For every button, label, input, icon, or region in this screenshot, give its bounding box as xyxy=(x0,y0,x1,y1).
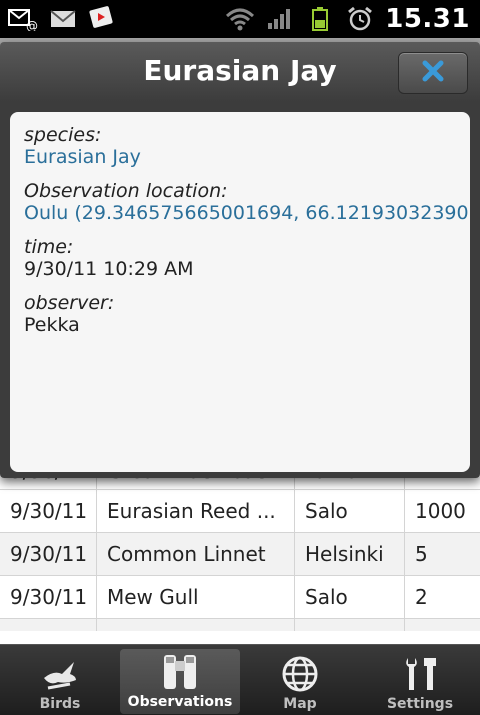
tab-observations[interactable]: Observations xyxy=(120,649,240,714)
observations-table: 9/30/11 Great Black-bac... Turku 2 9/30/… xyxy=(0,458,480,631)
observation-detail-dialog: Eurasian Jay species: Eurasian Jay Obser… xyxy=(0,42,480,478)
table-cell-date: 9/30/11 xyxy=(0,490,97,532)
location-label: Observation location: xyxy=(24,180,228,202)
table-row[interactable]: 9/30/11 Common Linnet Helsinki 5 xyxy=(0,533,480,576)
table-cell-count: 1000 xyxy=(415,499,466,523)
table-cell-empty xyxy=(97,619,295,631)
tab-label: Observations xyxy=(127,694,233,710)
globe-icon xyxy=(278,654,322,694)
wifi-icon xyxy=(225,6,255,32)
table-cell-location: Salo xyxy=(295,576,405,618)
location-value-link[interactable]: Oulu (29.346575665001694, 66.12193032390… xyxy=(24,202,470,224)
tab-label: Birds xyxy=(39,696,81,712)
table-cell-location: Salo xyxy=(295,490,405,532)
species-value-link[interactable]: Eurasian Jay xyxy=(24,146,456,168)
tab-settings[interactable]: Settings xyxy=(360,645,480,715)
clock-time: 15.31 xyxy=(385,4,470,34)
binoculars-icon xyxy=(158,652,202,692)
gmail-icon: @ xyxy=(8,6,38,32)
tools-icon xyxy=(398,654,442,694)
tab-label: Map xyxy=(283,696,317,712)
bottom-tab-bar: Birds Observations Map Settings xyxy=(0,644,480,715)
table-cell-location: Helsinki xyxy=(295,533,405,575)
table-cell-empty xyxy=(405,619,480,631)
table-row[interactable]: 9/30/11 Mew Gull Salo 2 xyxy=(0,576,480,619)
dialog-body: species: Eurasian Jay Observation locati… xyxy=(10,112,470,472)
table-cell-empty xyxy=(295,619,405,631)
table-row[interactable]: 9/30/11 Eurasian Reed ... Salo 1000 xyxy=(0,490,480,533)
observer-value: Pekka xyxy=(24,314,80,336)
tab-label: Settings xyxy=(386,696,454,712)
alarm-icon xyxy=(345,6,375,32)
table-cell-date: 9/30/11 xyxy=(0,533,97,575)
status-bar: @ 15.31 xyxy=(0,0,480,38)
media-icon xyxy=(88,6,118,32)
table-cell-species: Common Linnet xyxy=(97,533,295,575)
table-cell-empty xyxy=(0,619,97,631)
bird-icon xyxy=(38,654,82,694)
close-button[interactable] xyxy=(398,52,468,94)
time-value: 9/30/11 10:29 AM xyxy=(24,258,194,280)
table-cell-count: 2 xyxy=(415,585,428,609)
table-cell-species: Mew Gull xyxy=(97,576,295,618)
table-cell-species: Eurasian Reed ... xyxy=(97,490,295,532)
tab-map[interactable]: Map xyxy=(240,645,360,715)
table-row xyxy=(0,619,480,631)
battery-icon xyxy=(305,6,335,32)
svg-text:@: @ xyxy=(26,19,38,31)
mail-icon xyxy=(48,6,78,32)
time-label: time: xyxy=(24,236,74,258)
table-cell-count: 5 xyxy=(415,542,428,566)
signal-icon xyxy=(265,6,295,32)
tab-birds[interactable]: Birds xyxy=(0,645,120,715)
observer-label: observer: xyxy=(24,292,115,314)
species-label: species: xyxy=(24,124,102,146)
close-icon xyxy=(421,59,445,87)
table-cell-date: 9/30/11 xyxy=(0,576,97,618)
